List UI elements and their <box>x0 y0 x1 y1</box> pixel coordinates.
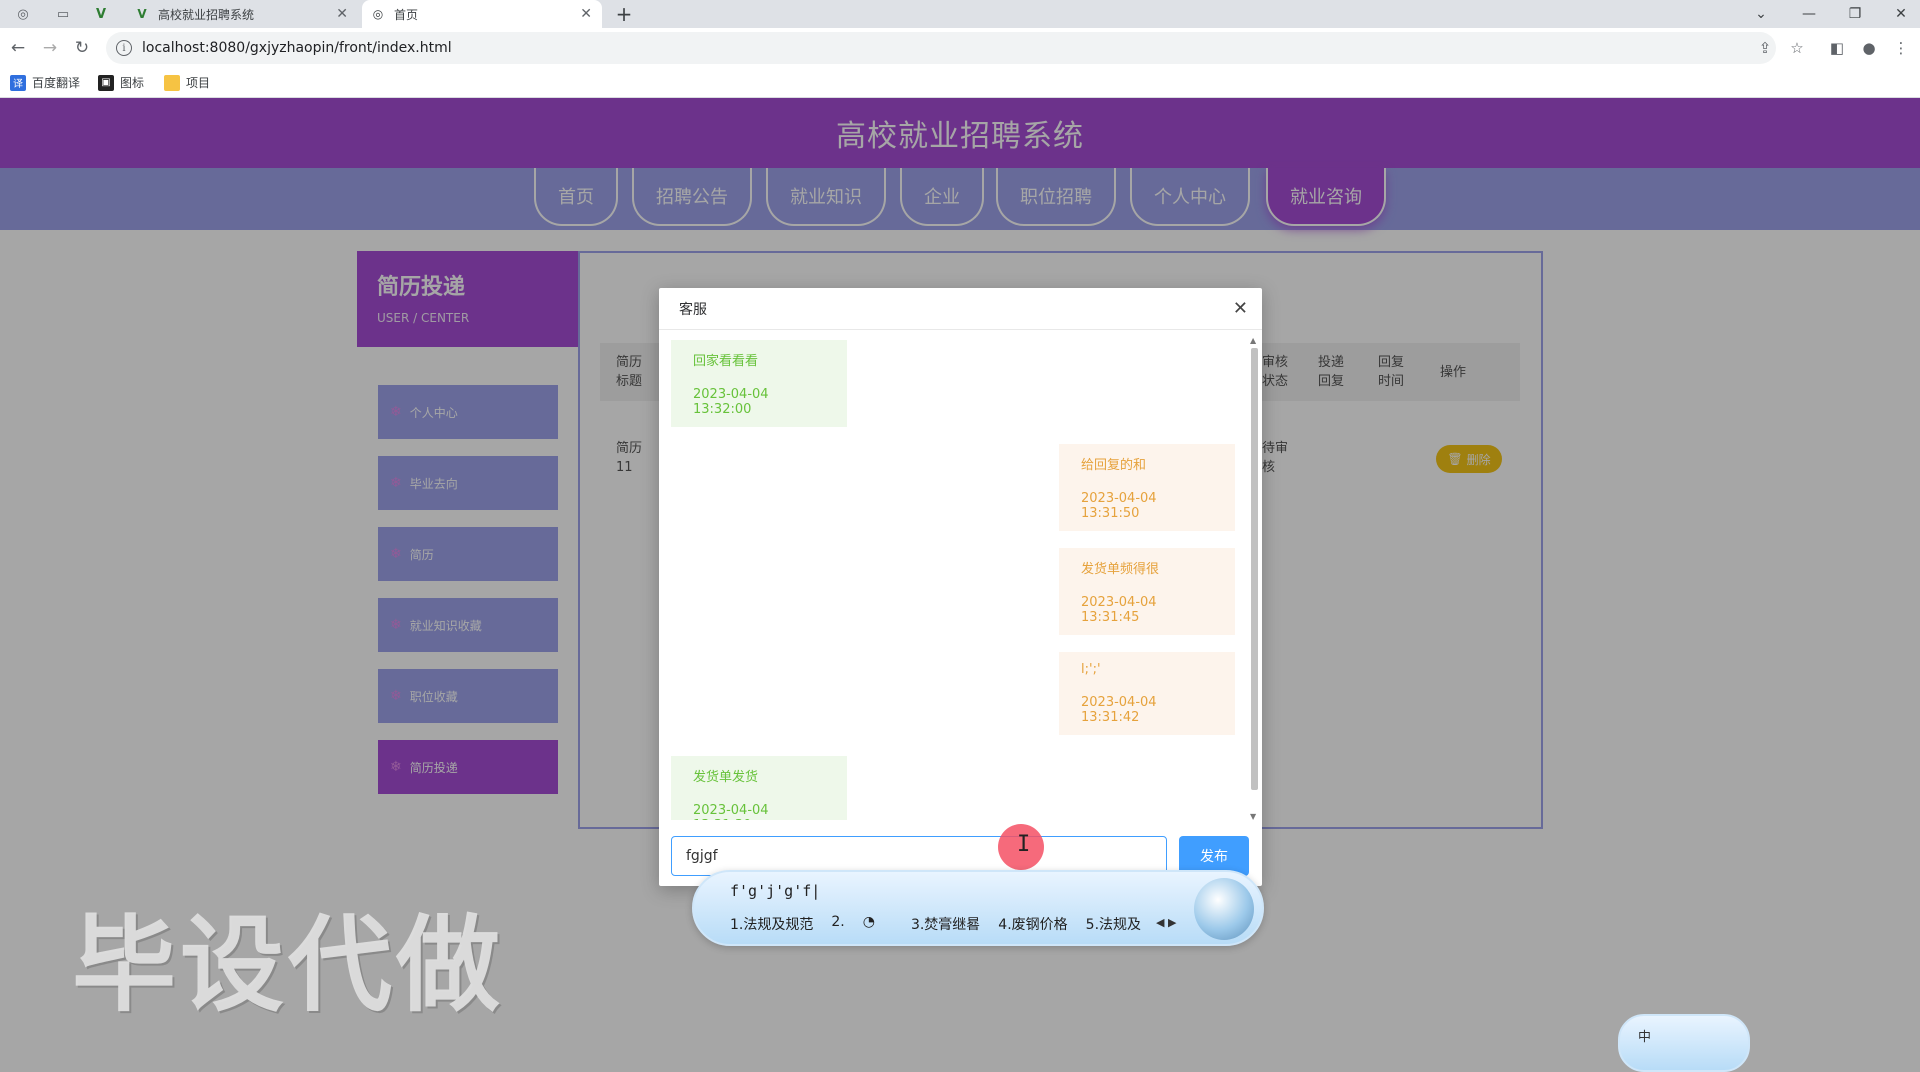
bookmarks-bar: 译 百度翻译 ▣ 图标 项目 <box>0 68 1920 98</box>
forward-arrow-icon[interactable]: → <box>38 36 62 60</box>
profile-avatar-icon[interactable]: ● <box>1858 38 1880 58</box>
ime-candidates: 1.法规及规范 2. ◔ 3.焚膏继晷 4.废钢价格 5.法规及 <box>730 914 1159 934</box>
message-text: 回家看看看 <box>693 354 759 369</box>
message-time: 2023-04-04 13:31:50 <box>1081 491 1157 521</box>
chat-message: l;';' 2023-04-04 13:31:42 <box>1059 652 1235 735</box>
bookmark-label: 百度翻译 <box>32 76 81 90</box>
message-time: 2023-04-04 13:32:00 <box>693 387 769 417</box>
bookmark-label: 图标 <box>120 76 145 90</box>
chat-scrollbar[interactable]: ▲ ▼ <box>1248 336 1260 824</box>
restore-icon[interactable]: ❐ <box>1832 0 1878 28</box>
chat-message: 回家看看看 2023-04-04 13:32:00 <box>671 340 847 427</box>
ime-language-indicator: 中 <box>1638 1030 1652 1045</box>
bookmark-icons[interactable]: ▣ 图标 <box>98 74 144 91</box>
scrollbar-thumb[interactable] <box>1251 348 1258 790</box>
close-icon[interactable]: ✕ <box>1233 298 1248 319</box>
vue-icon: V <box>137 7 147 21</box>
pinned-tab-globe-icon[interactable]: ◎ <box>10 4 36 24</box>
address-bar[interactable]: i localhost:8080/gxjyzhaopin/front/index… <box>106 32 1776 64</box>
folder-icon <box>164 74 180 91</box>
tab-title: 高校就业招聘系统 <box>158 7 255 22</box>
scroll-up-arrow-icon[interactable]: ▲ <box>1250 336 1256 345</box>
browser-toolbar: ← → ↻ i localhost:8080/gxjyzhaopin/front… <box>0 28 1920 68</box>
translate-icon: 译 <box>10 74 26 91</box>
bookmark-label: 项目 <box>186 76 211 90</box>
tab-close-icon[interactable]: ✕ <box>580 6 592 22</box>
image-icon: ▣ <box>98 74 114 91</box>
chat-message: 发货单发货 2023-04-04 13:31:30 <box>671 756 847 820</box>
watermark-text: 毕设代做 <box>72 904 505 1026</box>
browser-tab-bar: ◎ ▭ V V 高校就业招聘系统 ✕ ◎ 首页 ✕ + ⌄ — ❐ ✕ <box>0 0 1920 28</box>
ime-skin-orb-icon <box>1194 878 1254 940</box>
message-text: 发货单频得很 <box>1081 562 1160 577</box>
chat-history[interactable]: 回家看看看 2023-04-04 13:32:00 给回复的和 2023-04-… <box>659 330 1249 820</box>
ime-status-bar[interactable]: 中 <box>1618 1014 1750 1072</box>
bookmark-baidu-translate[interactable]: 译 百度翻译 <box>10 74 80 91</box>
tab-gxjy[interactable]: V 高校就业招聘系统 ✕ <box>126 0 358 28</box>
minimize-icon[interactable]: — <box>1786 0 1832 28</box>
ime-candidate[interactable]: 5.法规及 <box>1086 914 1141 934</box>
tab-close-icon[interactable]: ✕ <box>336 6 348 22</box>
site-info-icon[interactable]: i <box>116 40 132 56</box>
reload-icon[interactable]: ↻ <box>70 36 94 60</box>
bookmark-project[interactable]: 项目 <box>164 74 210 91</box>
ime-composition: f'g'j'g'f| <box>730 882 821 900</box>
message-time: 2023-04-04 13:31:42 <box>1081 695 1157 725</box>
close-window-icon[interactable]: ✕ <box>1878 0 1920 28</box>
text-cursor-icon: I <box>1017 832 1031 857</box>
pinned-tab-vue-icon[interactable]: V <box>88 4 114 24</box>
dialog-title: 客服 <box>679 301 707 318</box>
message-time: 2023-04-04 13:31:30 <box>693 803 769 820</box>
customer-service-dialog: 客服 ✕ 回家看看看 2023-04-04 13:32:00 给回复的和 202… <box>659 288 1262 886</box>
chat-message: 给回复的和 2023-04-04 13:31:50 <box>1059 444 1235 531</box>
menu-kebab-icon[interactable]: ⋮ <box>1890 38 1912 58</box>
globe-icon: ◎ <box>372 7 384 21</box>
scroll-down-arrow-icon[interactable]: ▼ <box>1250 812 1256 821</box>
ime-candidate[interactable]: 4.废钢价格 <box>998 914 1067 934</box>
ime-candidate[interactable]: 2. ◔ <box>831 914 893 934</box>
url-text: localhost:8080/gxjyzhaopin/front/index.h… <box>142 40 452 56</box>
tab-search-chevron-icon[interactable]: ⌄ <box>1738 0 1784 28</box>
dialog-header: 客服 ✕ <box>659 288 1262 330</box>
side-panel-icon[interactable]: ◧ <box>1826 38 1848 58</box>
tab-title: 首页 <box>394 7 419 22</box>
ime-candidate-window: f'g'j'g'f| 1.法规及规范 2. ◔ 3.焚膏继晷 4.废钢价格 5.法… <box>692 870 1264 946</box>
message-time: 2023-04-04 13:31:45 <box>1081 595 1157 625</box>
message-text: 发货单发货 <box>693 770 759 785</box>
ime-candidate[interactable]: 3.焚膏继晷 <box>911 914 980 934</box>
tab-home[interactable]: ◎ 首页 ✕ <box>362 0 602 28</box>
ime-page-arrows-icon[interactable]: ◀ ▶ <box>1156 916 1176 929</box>
ime-candidate[interactable]: 1.法规及规范 <box>730 914 813 934</box>
chat-message: 发货单频得很 2023-04-04 13:31:45 <box>1059 548 1235 635</box>
emoticon-icon: ◔ <box>862 914 875 930</box>
share-icon[interactable]: ⇪ <box>1754 38 1776 58</box>
new-tab-plus-icon[interactable]: + <box>612 2 636 26</box>
bookmark-star-icon[interactable]: ☆ <box>1786 38 1808 58</box>
back-arrow-icon[interactable]: ← <box>6 36 30 60</box>
pinned-tab-blank-icon[interactable]: ▭ <box>50 4 76 24</box>
message-text: 给回复的和 <box>1081 458 1147 473</box>
message-text: l;';' <box>1081 662 1101 677</box>
